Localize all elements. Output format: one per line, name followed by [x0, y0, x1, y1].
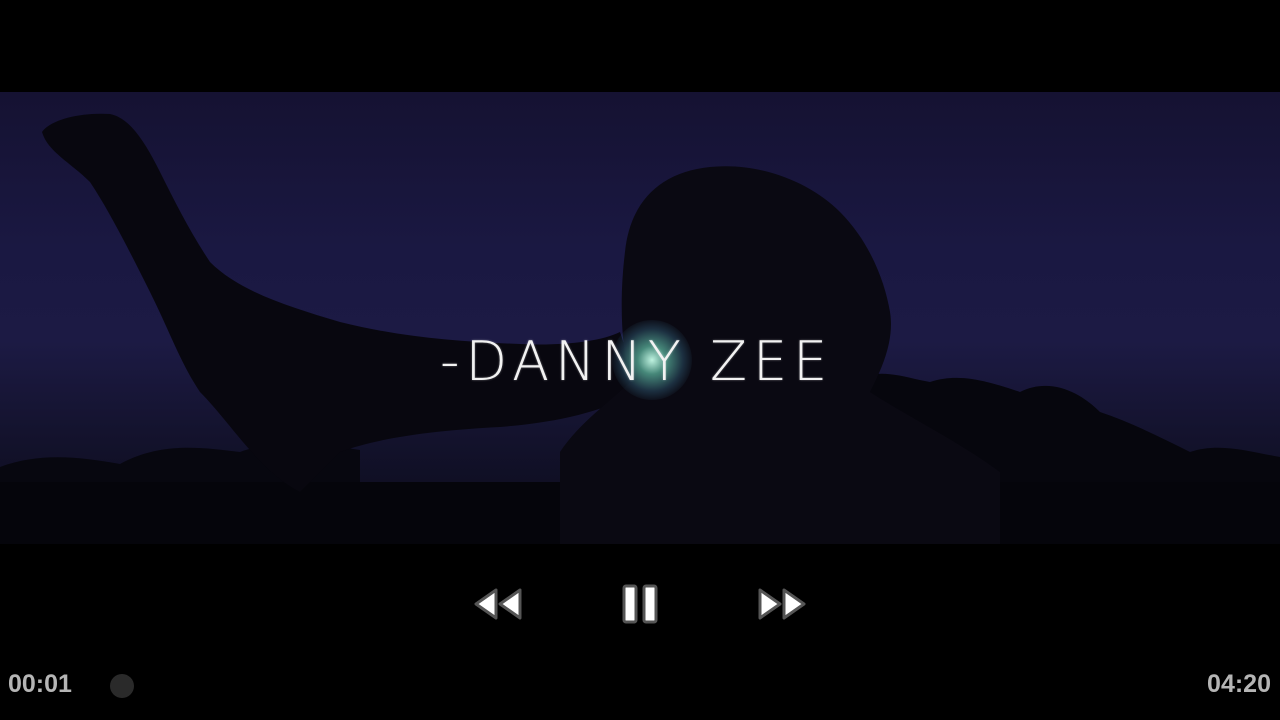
- rewind-icon: [474, 588, 522, 620]
- fast-forward-button[interactable]: [754, 580, 810, 628]
- video-frame[interactable]: -DANNY ZEE: [0, 92, 1280, 544]
- seek-bar[interactable]: [110, 683, 1180, 687]
- current-time: 00:01: [8, 670, 72, 698]
- pause-button[interactable]: [612, 580, 668, 628]
- seek-thumb[interactable]: [110, 674, 134, 698]
- video-scene: [0, 113, 1280, 544]
- rewind-button[interactable]: [470, 580, 526, 628]
- playback-controls: 00:01 04:20: [0, 544, 1280, 720]
- video-player[interactable]: -DANNY ZEE 00:01 04:20: [0, 0, 1280, 720]
- pause-icon: [622, 584, 658, 624]
- fast-forward-icon: [758, 588, 806, 620]
- video-title-overlay: -DANNY ZEE: [440, 330, 834, 393]
- total-time: 04:20: [1207, 670, 1271, 698]
